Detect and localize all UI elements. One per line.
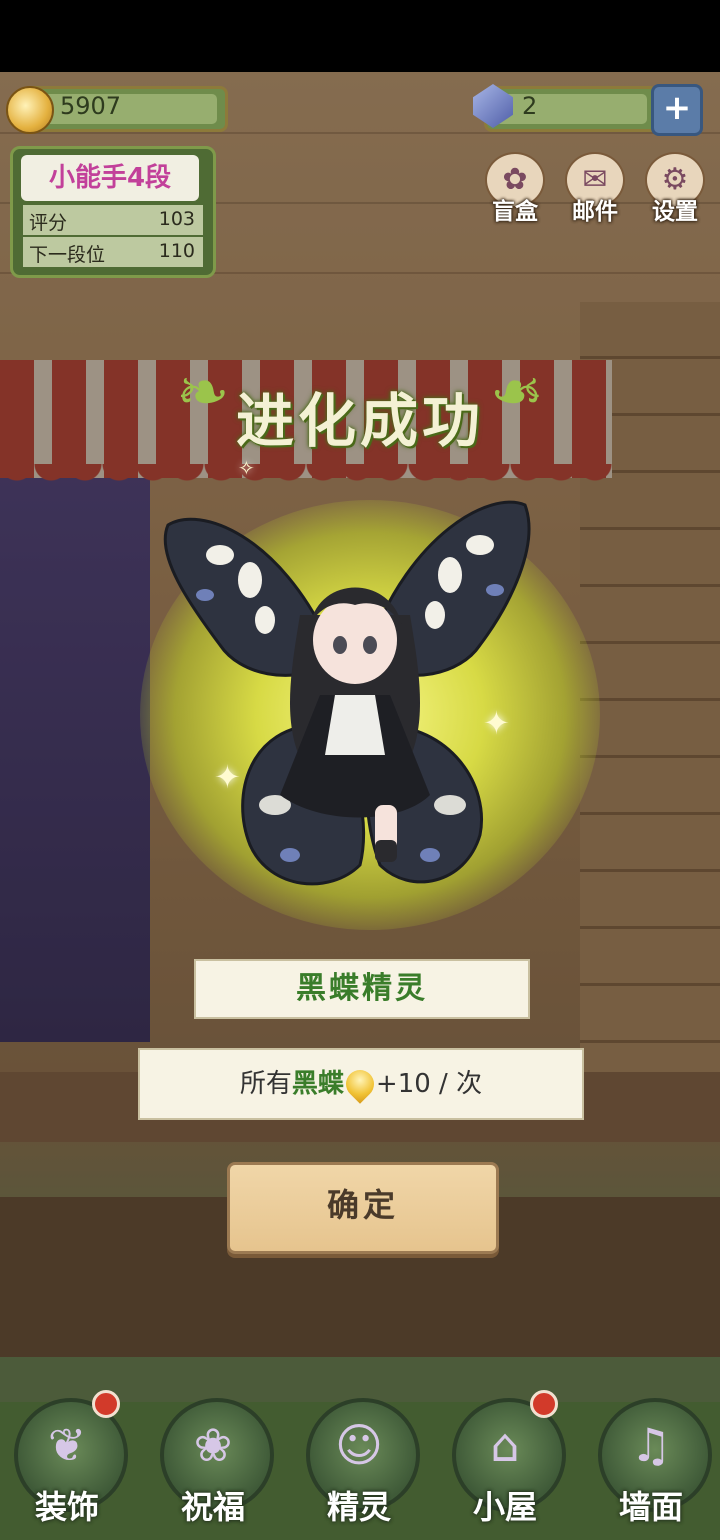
- score-row: 评分 103: [23, 205, 203, 235]
- score-value: 103: [158, 208, 195, 230]
- bonus-suffix: +10 / 次: [375, 1069, 483, 1099]
- nav-wall[interactable]: ♫ 墙面: [590, 1398, 712, 1530]
- bonus-box: 所有黑蝶 +10 / 次: [138, 1048, 584, 1120]
- fairy-icon: ☺: [335, 1418, 383, 1472]
- nav-blessing[interactable]: ❀ 祝福: [152, 1398, 274, 1530]
- nav-decorate-label: 装饰: [34, 1488, 99, 1526]
- settings-label: 设置: [652, 199, 698, 225]
- black-butterfly-fairy-icon: [163, 500, 531, 886]
- blind-box-label: 盲盒: [492, 199, 538, 225]
- score-label: 评分: [29, 212, 68, 234]
- coin-counter: [24, 86, 228, 132]
- plant-decor-icon: ❦: [47, 1418, 87, 1472]
- bell-wall-icon: ♫: [630, 1418, 672, 1472]
- nav-decorate[interactable]: ❦ 装饰: [6, 1390, 128, 1530]
- rank-panel[interactable]: 小能手4段 评分 103 下一段位 110: [10, 146, 216, 278]
- blind-box-button[interactable]: ✿ 盲盒: [482, 152, 548, 225]
- mail-label: 邮件: [572, 199, 618, 225]
- nav-fairy[interactable]: ☺ 精灵: [298, 1398, 420, 1530]
- nav-house-label: 小屋: [472, 1488, 537, 1526]
- bonus-item: 黑蝶: [291, 1069, 344, 1099]
- coin-amount: 5907: [60, 92, 122, 120]
- fairy-name-box: 黑蝶精灵: [194, 959, 530, 1019]
- evolution-success-banner: ❧ ❧ 进化成功: [176, 350, 544, 470]
- banner-title: 进化成功: [235, 387, 484, 455]
- nav-blessing-label: 祝福: [180, 1488, 245, 1526]
- coin-icon: [6, 86, 54, 134]
- nav-house[interactable]: ⌂ 小屋: [444, 1390, 566, 1530]
- next-rank-row: 下一段位 110: [23, 237, 203, 267]
- next-rank-value: 110: [158, 240, 195, 262]
- nav-wall-label: 墙面: [618, 1488, 683, 1526]
- rank-title: 小能手4段: [21, 155, 199, 201]
- next-rank-label: 下一段位: [29, 244, 106, 266]
- sparkle-icon: ✧: [238, 456, 255, 480]
- settings-button[interactable]: ⚙ 设置: [642, 152, 708, 225]
- notification-badge: [530, 1390, 558, 1418]
- house-icon: ⌂: [490, 1418, 520, 1472]
- gem-amount: 2: [522, 92, 538, 120]
- notification-badge: [92, 1390, 120, 1418]
- nav-fairy-label: 精灵: [326, 1488, 391, 1526]
- add-gems-button[interactable]: +: [651, 84, 703, 136]
- fairy-name: 黑蝶精灵: [296, 971, 428, 1006]
- mail-button[interactable]: ✉ 邮件: [562, 152, 628, 225]
- butterfly-blessing-icon: ❀: [193, 1418, 233, 1472]
- bonus-prefix: 所有: [239, 1069, 292, 1099]
- nectar-drop-icon: [340, 1064, 380, 1104]
- confirm-button[interactable]: 确定: [227, 1162, 499, 1254]
